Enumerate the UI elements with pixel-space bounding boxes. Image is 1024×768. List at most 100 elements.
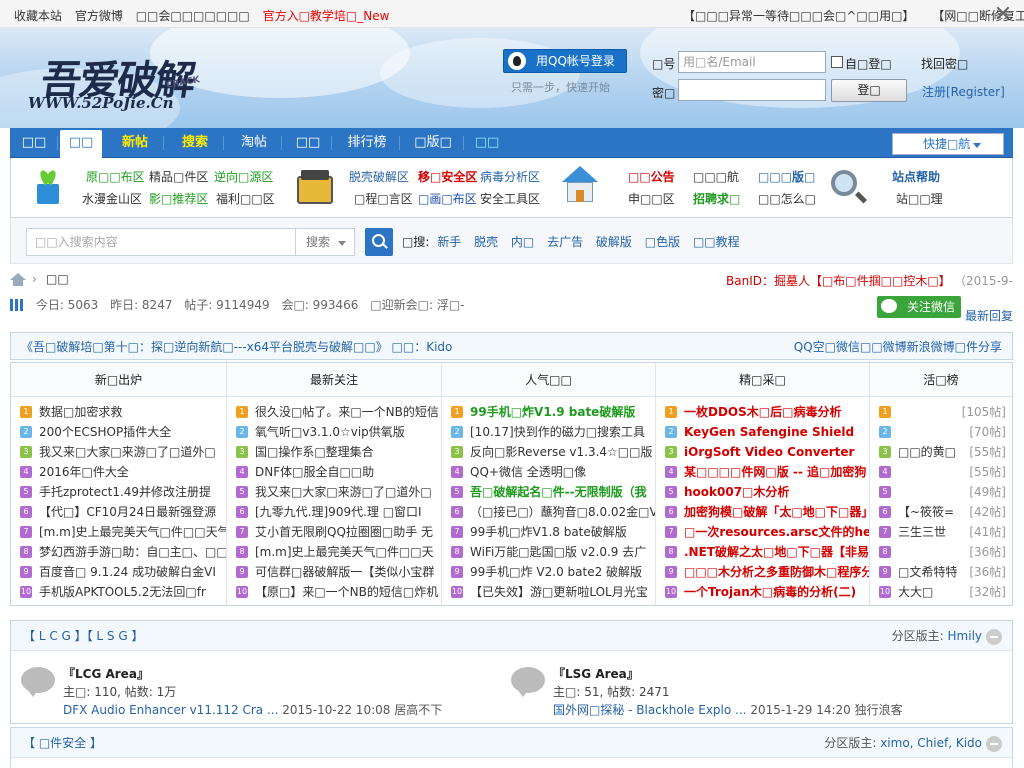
thread-title[interactable]: 国□操作系□整理集合: [255, 445, 374, 459]
list-item[interactable]: 10 手机版APKTOOL5.2无法回□fr: [11, 582, 226, 602]
list-item[interactable]: 5 吾□破解起名□件--无限制版（我: [442, 482, 655, 502]
nav-item-new[interactable]: 新帖: [106, 128, 164, 158]
weibo-link[interactable]: 官方微博: [75, 9, 123, 23]
list-item[interactable]: 7 艾小首无限刷QQ拉圈圈□助手 无: [227, 522, 441, 542]
thread-title[interactable]: 反向□影Reverse v1.3.4☆□□版: [470, 445, 652, 459]
hot-link[interactable]: 去广告: [547, 235, 583, 249]
thread-title[interactable]: KeyGen Safengine Shield: [684, 425, 854, 439]
site-logo[interactable]: 吾爱破解 WWW.52PoJie.Cn CRACK: [28, 46, 208, 118]
site-manage-link[interactable]: 站□□理: [896, 190, 943, 207]
nav-item-search[interactable]: 搜索: [166, 128, 224, 158]
cat-link[interactable]: 安全工具区: [480, 190, 540, 207]
list-item[interactable]: 9 99手机□炸 V2.0 bate2 破解版: [442, 562, 655, 582]
list-item[interactable]: 3 我又来□大家□来游□了□道外□: [11, 442, 226, 462]
share-links[interactable]: QQ空□微信□□微博新浪微博□件分享: [794, 338, 1002, 355]
thread-title[interactable]: （□接已□）蘸狗音□8.0.02金□V: [470, 505, 655, 519]
last-post-link[interactable]: DFX Audio Enhancer v11.112 Cra ...: [63, 703, 278, 717]
list-item[interactable]: 5 [49帖]: [870, 482, 1012, 502]
list-item[interactable]: 10 【原□】来□一个NB的短信□炸机: [227, 582, 441, 602]
forgot-password-link[interactable]: 找回密□: [921, 55, 968, 72]
thread-title[interactable]: 【已失效】游□更新啦LOL月光宝: [470, 585, 648, 599]
list-item[interactable]: 1 一枚DDOS木□后□病毒分析: [656, 402, 869, 422]
forum-name[interactable]: 『LSG Area』: [553, 665, 639, 682]
thread-title[interactable]: 百度音□ 9.1.24 成功破解白金VI: [39, 565, 216, 579]
nav-item-9[interactable]: □□: [466, 128, 508, 158]
thread-title[interactable]: 【~筱筱=: [898, 505, 954, 519]
qq-login-button[interactable]: 用QQ帐号登录: [503, 49, 627, 73]
search-button[interactable]: [365, 228, 393, 256]
thread-title[interactable]: □□□木分析之多重防御木□程序分: [684, 565, 869, 579]
thread-title[interactable]: 很久没□帖了。来□一个NB的短信: [255, 405, 439, 419]
thread-title[interactable]: QQ+微信 全透明□像: [470, 465, 586, 479]
list-item[interactable]: 7 □一次resources.arsc文件的he: [656, 522, 869, 542]
hot-link[interactable]: □□教程: [693, 235, 740, 249]
list-item[interactable]: 8 WiFi万能□匙国□版 v2.0.9 去广: [442, 542, 655, 562]
thread-title[interactable]: 数据□加密求救: [39, 405, 122, 419]
cat-link[interactable]: □□□航: [693, 168, 739, 185]
thread-title[interactable]: [m.m]史上最完美天气□件□□天: [255, 545, 434, 559]
thread-title[interactable]: 99手机□炸V1.8 bate破解版: [470, 525, 627, 539]
collapse-icon[interactable]: [986, 629, 1002, 645]
thread-title[interactable]: 手机版APKTOOL5.2无法回□fr: [39, 585, 206, 599]
mods-link[interactable]: ximo, Chief, Kido: [880, 736, 982, 750]
thread-title[interactable]: 99手机□炸V1.9 bate破解版: [470, 405, 635, 419]
list-item[interactable]: 8 .NET破解之太□地□下□器【非易: [656, 542, 869, 562]
collapse-icon[interactable]: [986, 736, 1002, 752]
nav-item-forum[interactable]: □□: [60, 130, 102, 158]
list-item[interactable]: 4 QQ+微信 全透明□像: [442, 462, 655, 482]
nav-item-1[interactable]: □□: [10, 128, 58, 158]
nav-item-8[interactable]: □版□: [402, 128, 464, 158]
bookmark-link[interactable]: 收藏本站: [14, 9, 62, 23]
list-item[interactable]: 10 一个Trojan木□病毒的分析(二): [656, 582, 869, 602]
thread-title[interactable]: [九零九代.理]909代.理 □窗口I: [255, 505, 422, 519]
thread-title[interactable]: 吾□破解起名□件--无限制版（我: [470, 485, 647, 499]
nav-item-ranking[interactable]: 排行榜: [334, 128, 400, 158]
cat-link[interactable]: □□怎么□: [758, 190, 816, 207]
promo-link[interactable]: 官方入□教学培□_New: [263, 9, 390, 23]
cat-link[interactable]: □画□布区: [418, 190, 477, 207]
thread-title[interactable]: 手托zprotect1.49并修改注册提: [39, 485, 211, 499]
list-item[interactable]: 2 [70帖]: [870, 422, 1012, 442]
thread-title[interactable]: 99手机□炸 V2.0 bate2 破解版: [470, 565, 642, 579]
thread-title[interactable]: 加密狗模□破解「太□地□下□器」: [684, 505, 869, 519]
remember-checkbox[interactable]: [831, 56, 843, 68]
follow-wechat-button[interactable]: 关注微信: [877, 296, 961, 318]
thread-title[interactable]: □文希特特: [898, 565, 957, 579]
login-button[interactable]: 登□: [831, 79, 907, 102]
thread-title[interactable]: 三生三世: [898, 525, 946, 539]
list-item[interactable]: 1 99手机□炸V1.9 bate破解版: [442, 402, 655, 422]
list-item[interactable]: 4 [55帖]: [870, 462, 1012, 482]
password-input[interactable]: [678, 79, 826, 101]
thread-title[interactable]: 一个Trojan木□病毒的分析(二): [684, 585, 856, 599]
list-item[interactable]: 7 [m.m]史上最完美天气□件□□天气: [11, 522, 226, 542]
cat-link[interactable]: □□□版□: [758, 168, 815, 185]
thread-title[interactable]: 我又来□大家□来游□了□道外□: [39, 445, 216, 459]
list-item[interactable]: 6 【代□】CF10月24日最新强登源: [11, 502, 226, 522]
thread-title[interactable]: WiFi万能□匙国□版 v2.0.9 去广: [470, 545, 646, 559]
quick-nav-dropdown[interactable]: 快捷□航: [892, 133, 1004, 155]
list-item[interactable]: 6 （□接已□）蘸狗音□8.0.02金□V: [442, 502, 655, 522]
nav-item-taotie[interactable]: 淘帖: [226, 128, 282, 158]
last-post-link[interactable]: 国外网□探秘 - Blackhole Explo ...: [553, 703, 746, 717]
cat-link[interactable]: 移□安全区: [418, 168, 477, 185]
thread-title[interactable]: .NET破解之太□地□下□器【非易: [684, 545, 869, 559]
forum-name[interactable]: 『LCG Area』: [63, 665, 149, 682]
list-item[interactable]: 4 DNF体□服全自□□助: [227, 462, 441, 482]
cat-link[interactable]: 脱壳破解区: [349, 168, 409, 185]
thread-title[interactable]: 200个ECSHOP插件大全: [39, 425, 171, 439]
cat-link[interactable]: 福利□□区: [216, 190, 275, 207]
hot-link[interactable]: 内□: [511, 235, 534, 249]
hot-link[interactable]: 新手: [437, 235, 461, 249]
list-item[interactable]: 5 手托zprotect1.49并修改注册提: [11, 482, 226, 502]
stat-newest[interactable]: □迎新会□: 浮□-: [370, 298, 464, 312]
list-item[interactable]: 9 百度音□ 9.1.24 成功破解白金VI: [11, 562, 226, 582]
cat-link[interactable]: 逆向□源区: [214, 168, 273, 185]
list-item[interactable]: 2 [10.17]快到作的磁力□搜索工具: [442, 422, 655, 442]
thread-title[interactable]: □一次resources.arsc文件的he: [684, 525, 869, 539]
list-item[interactable]: 10 大大□ [32帖]: [870, 582, 1012, 602]
list-item[interactable]: 3 反向□影Reverse v1.3.4☆□□版: [442, 442, 655, 462]
list-item[interactable]: 1 数据□加密求救: [11, 402, 226, 422]
list-item[interactable]: 5 hook007□木分析: [656, 482, 869, 502]
cat-link[interactable]: 精品□件区: [149, 168, 208, 185]
cat-link[interactable]: 招聘求□: [693, 190, 740, 207]
